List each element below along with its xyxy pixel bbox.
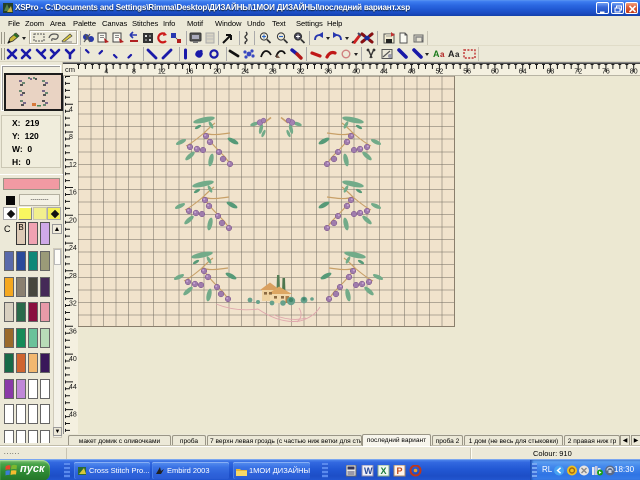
- svg-text:W: W: [364, 466, 373, 476]
- svg-text:68: 68: [547, 69, 555, 76]
- svg-text:80: 80: [630, 69, 638, 76]
- svg-text:56: 56: [463, 69, 471, 76]
- svg-text:36: 36: [69, 328, 77, 335]
- svg-text:48: 48: [408, 69, 416, 76]
- svg-text:28: 28: [69, 273, 77, 280]
- svg-text:20: 20: [69, 217, 77, 224]
- svg-text:20: 20: [213, 69, 221, 76]
- svg-text:12: 12: [158, 69, 166, 76]
- svg-text:A: A: [448, 49, 455, 59]
- svg-text:X: X: [381, 466, 387, 476]
- svg-text:28: 28: [269, 69, 277, 76]
- svg-text:32: 32: [297, 69, 305, 76]
- svg-text:32: 32: [69, 301, 77, 308]
- svg-text:4: 4: [69, 106, 73, 113]
- svg-text:48: 48: [69, 412, 77, 419]
- svg-text:24: 24: [69, 245, 77, 252]
- svg-text:A: A: [433, 49, 440, 59]
- svg-text:8: 8: [132, 69, 136, 76]
- svg-text:60: 60: [491, 69, 499, 76]
- svg-text:a: a: [455, 50, 460, 59]
- svg-text:64: 64: [519, 69, 527, 76]
- svg-text:44: 44: [69, 384, 77, 391]
- svg-text:12: 12: [69, 162, 77, 169]
- svg-text:52: 52: [436, 69, 444, 76]
- svg-text:24: 24: [241, 69, 249, 76]
- svg-text:a: a: [440, 50, 445, 59]
- svg-text:40: 40: [69, 356, 77, 363]
- svg-text:44: 44: [380, 69, 388, 76]
- svg-text:72: 72: [574, 69, 582, 76]
- svg-text:P: P: [397, 466, 403, 476]
- svg-text:16: 16: [186, 69, 194, 76]
- svg-text:16: 16: [69, 190, 77, 197]
- svg-text:8: 8: [69, 134, 73, 141]
- svg-text:40: 40: [352, 69, 360, 76]
- svg-text:76: 76: [602, 69, 610, 76]
- svg-text:36: 36: [324, 69, 332, 76]
- svg-text:cm: cm: [65, 65, 75, 74]
- svg-text:4: 4: [104, 69, 108, 76]
